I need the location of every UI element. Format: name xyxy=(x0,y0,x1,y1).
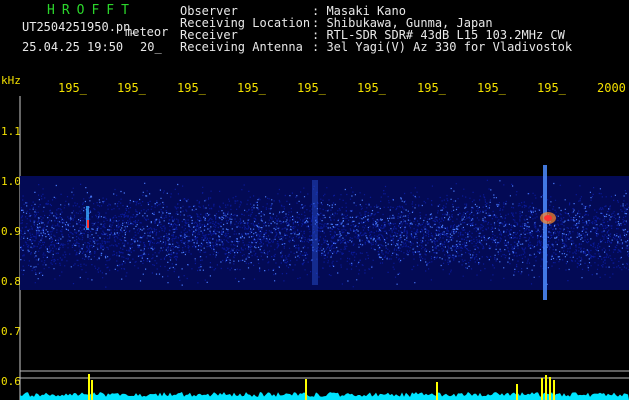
spectrum-spike-8 xyxy=(549,377,551,400)
spectrum-spike-1 xyxy=(88,374,90,400)
spectrum-spike-6 xyxy=(541,378,543,400)
spectrum-spike-4 xyxy=(436,382,438,400)
spectrogram-plot xyxy=(19,96,629,400)
spectrum-spike-3 xyxy=(305,379,307,400)
spectrum-floor xyxy=(20,392,629,400)
spectrum-spike-5 xyxy=(516,384,518,400)
streak-main-1 xyxy=(312,180,318,285)
spectrum-spike-7 xyxy=(545,375,547,400)
streak-bright xyxy=(543,165,547,300)
spectrum-spike-9 xyxy=(553,380,555,400)
echo-left xyxy=(87,220,89,228)
noise-band xyxy=(20,176,629,290)
hrofft-window: HROFFT UT2504251950.pn_ meteor 25.04.25 … xyxy=(0,0,629,400)
echo-core xyxy=(544,215,552,221)
spectrum-spike-2 xyxy=(91,380,93,400)
